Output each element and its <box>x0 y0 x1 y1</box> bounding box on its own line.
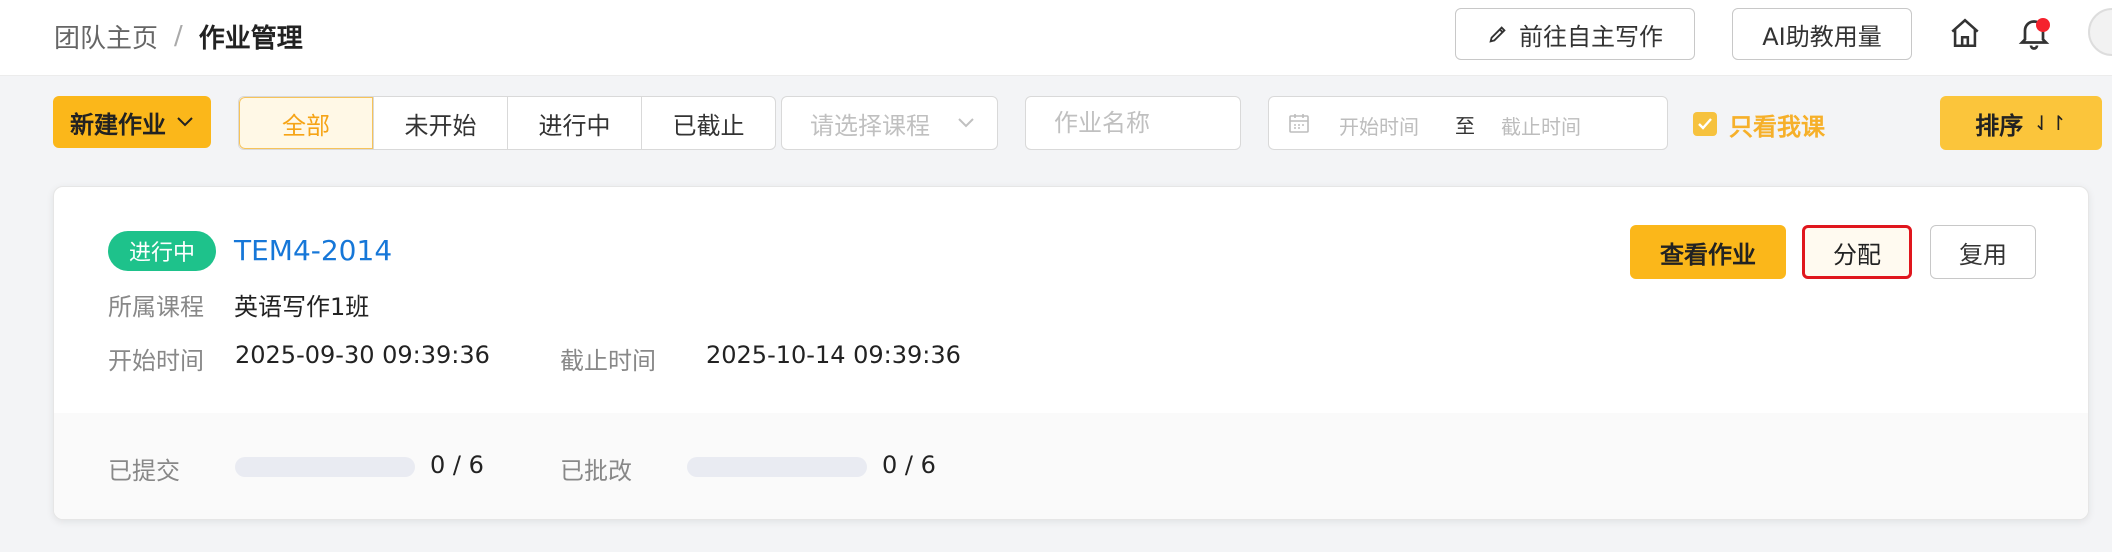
status-badge: 进行中 <box>108 231 216 271</box>
calendar-icon <box>1289 114 1309 133</box>
chevron-down-icon <box>958 118 974 128</box>
start-time-value: 2025-09-30 09:39:36 <box>235 341 490 369</box>
new-assignment-button[interactable]: 新建作业 <box>53 96 211 148</box>
go-free-writing-button[interactable]: 前往自主写作 <box>1455 8 1695 60</box>
sort-button[interactable]: 排序 ⇃↾ <box>1940 96 2102 150</box>
pencil-icon <box>1489 26 1506 43</box>
ai-assistant-usage-label: AI助教用量 <box>1762 22 1882 51</box>
start-time-label: 开始时间 <box>108 347 204 375</box>
submitted-count: 0 / 6 <box>430 451 484 479</box>
assignment-name-input[interactable] <box>1025 96 1241 150</box>
course-value: 英语写作1班 <box>234 293 370 321</box>
date-start-placeholder[interactable]: 开始时间 <box>1339 111 1419 140</box>
only-my-courses-label: 只看我课 <box>1729 112 1825 141</box>
sort-icon: ⇃↾ <box>2033 111 2067 135</box>
home-icon[interactable] <box>1948 16 1982 50</box>
go-free-writing-label: 前往自主写作 <box>1519 22 1663 51</box>
date-range-picker[interactable]: 开始时间 至 截止时间 <box>1268 96 1668 150</box>
submitted-label: 已提交 <box>108 457 180 485</box>
top-header: 团队主页 / 作业管理 前往自主写作 AI助教用量 <box>0 0 2112 76</box>
reuse-button[interactable]: 复用 <box>1930 225 2036 279</box>
new-assignment-label: 新建作业 <box>70 110 166 139</box>
end-time-label: 截止时间 <box>560 347 656 375</box>
breadcrumb-current: 作业管理 <box>198 23 303 54</box>
course-select[interactable]: 请选择课程 <box>781 96 998 150</box>
assign-button[interactable]: 分配 <box>1802 225 1912 279</box>
graded-label: 已批改 <box>560 457 632 485</box>
tab-in-progress[interactable]: 进行中 <box>507 97 641 149</box>
date-end-placeholder[interactable]: 截止时间 <box>1501 111 1581 140</box>
avatar[interactable] <box>2088 8 2112 56</box>
chevron-down-icon <box>177 117 193 127</box>
graded-count: 0 / 6 <box>882 451 936 479</box>
date-range-separator: 至 <box>1455 114 1475 138</box>
breadcrumb-team-home[interactable]: 团队主页 <box>54 18 158 55</box>
ai-assistant-usage-button[interactable]: AI助教用量 <box>1732 8 1912 60</box>
assignment-card: 进行中 TEM4-2014 所属课程 英语写作1班 开始时间 2025-09-3… <box>53 186 2089 520</box>
notification-dot <box>2036 18 2050 32</box>
sort-label: 排序 <box>1975 111 2024 140</box>
view-assignment-button[interactable]: 查看作业 <box>1630 225 1786 279</box>
assignment-title[interactable]: TEM4-2014 <box>234 231 392 271</box>
course-label: 所属课程 <box>108 293 204 321</box>
course-select-placeholder: 请选择课程 <box>810 111 930 140</box>
breadcrumb: 团队主页 / 作业管理 <box>54 18 303 54</box>
only-my-courses-checkbox[interactable]: 只看我课 <box>1693 108 1825 141</box>
tab-all[interactable]: 全部 <box>239 97 373 149</box>
card-progress-footer: 已提交 0 / 6 已批改 0 / 6 <box>54 413 2088 519</box>
status-tabs: 全部 未开始 进行中 已截止 <box>238 96 776 150</box>
tab-not-started[interactable]: 未开始 <box>373 97 507 149</box>
breadcrumb-separator: / <box>174 21 183 51</box>
submitted-progress-bar <box>235 457 415 477</box>
end-time-value: 2025-10-14 09:39:36 <box>706 341 961 369</box>
checkbox-checked-icon <box>1693 112 1717 136</box>
graded-progress-bar <box>687 457 867 477</box>
tab-closed[interactable]: 已截止 <box>641 97 775 149</box>
